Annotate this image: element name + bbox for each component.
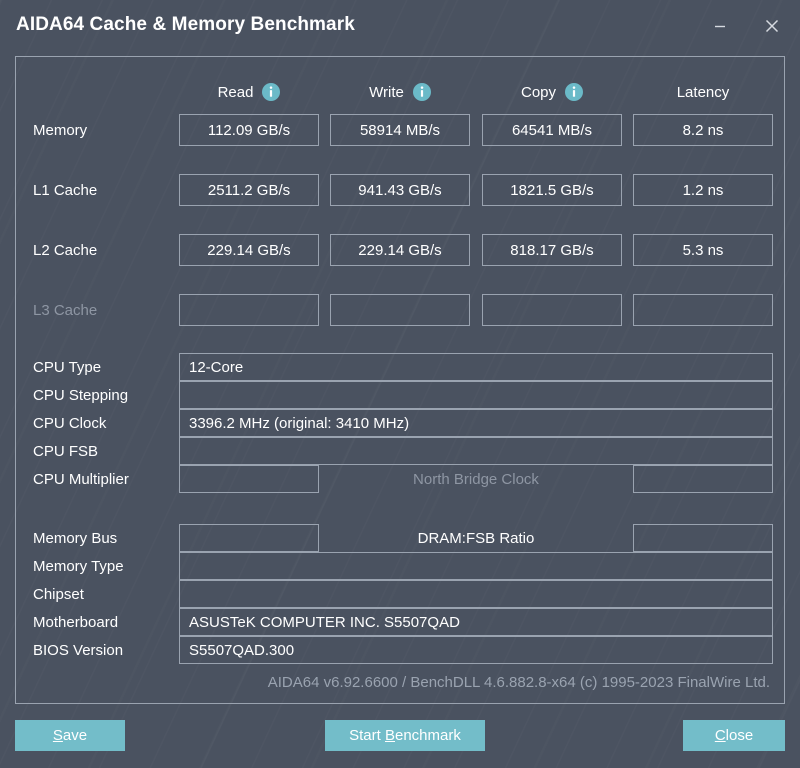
save-button-label: Save <box>53 727 87 744</box>
title-bar: AIDA64 Cache & Memory Benchmark <box>0 0 800 56</box>
field-l1-read[interactable]: 2511.2 GB/s <box>179 174 319 206</box>
field-l2-latency[interactable]: 5.3 ns <box>633 234 773 266</box>
label-bios-version: BIOS Version <box>33 636 123 664</box>
close-button[interactable]: Close <box>683 720 785 751</box>
info-icon-read[interactable] <box>262 83 280 101</box>
field-bios-version[interactable]: S5507QAD.300 <box>179 636 773 664</box>
label-memory-bus: Memory Bus <box>33 524 117 552</box>
label-cpu-type: CPU Type <box>33 353 101 381</box>
column-header-copy: Copy <box>482 79 622 105</box>
table-row-l3-cache: L3 Cache <box>16 294 784 326</box>
row-motherboard: Motherboard ASUSTeK COMPUTER INC. S5507Q… <box>16 608 784 636</box>
field-l2-copy[interactable]: 818.17 GB/s <box>482 234 622 266</box>
row-label-l2-cache: L2 Cache <box>33 234 97 266</box>
field-memory-copy[interactable]: 64541 MB/s <box>482 114 622 146</box>
copyright-text: AIDA64 v6.92.6600 / BenchDLL 4.6.882.8-x… <box>179 668 773 696</box>
field-l1-write[interactable]: 941.43 GB/s <box>330 174 470 206</box>
column-header-write-label: Write <box>369 84 404 101</box>
table-row-l1-cache: L1 Cache 2511.2 GB/s 941.43 GB/s 1821.5 … <box>16 174 784 206</box>
field-dram-fsb-ratio[interactable] <box>633 524 773 552</box>
label-chipset: Chipset <box>33 580 84 608</box>
column-header-read: Read <box>179 79 319 105</box>
label-motherboard: Motherboard <box>33 608 118 636</box>
row-cpu-clock: CPU Clock 3396.2 MHz (original: 3410 MHz… <box>16 409 784 437</box>
field-l3-latency[interactable] <box>633 294 773 326</box>
content-panel: Read Write Copy <box>15 56 785 704</box>
field-l2-write[interactable]: 229.14 GB/s <box>330 234 470 266</box>
row-label-l1-cache: L1 Cache <box>33 174 97 206</box>
row-cpu-stepping: CPU Stepping <box>16 381 784 409</box>
field-cpu-multiplier[interactable] <box>179 465 319 493</box>
field-memory-latency[interactable]: 8.2 ns <box>633 114 773 146</box>
label-cpu-fsb: CPU FSB <box>33 437 98 465</box>
field-memory-read[interactable]: 112.09 GB/s <box>179 114 319 146</box>
field-memory-type[interactable] <box>179 552 773 580</box>
benchmark-column-headers: Read Write Copy <box>16 79 784 105</box>
label-memory-type: Memory Type <box>33 552 124 580</box>
field-l3-read[interactable] <box>179 294 319 326</box>
label-cpu-stepping: CPU Stepping <box>33 381 128 409</box>
field-cpu-clock[interactable]: 3396.2 MHz (original: 3410 MHz) <box>179 409 773 437</box>
info-icon-copy[interactable] <box>565 83 583 101</box>
aida64-benchmark-window: AIDA64 Cache & Memory Benchmark Read <box>0 0 800 768</box>
minimize-icon <box>712 18 728 34</box>
label-north-bridge-clock: North Bridge Clock <box>319 465 633 493</box>
row-memory-type: Memory Type <box>16 552 784 580</box>
field-cpu-type[interactable]: 12-Core <box>179 353 773 381</box>
column-header-copy-label: Copy <box>521 84 556 101</box>
row-cpu-type: CPU Type 12-Core <box>16 353 784 381</box>
close-icon <box>762 16 782 36</box>
table-row-memory: Memory 112.09 GB/s 58914 MB/s 64541 MB/s… <box>16 114 784 146</box>
row-chipset: Chipset <box>16 580 784 608</box>
field-cpu-stepping[interactable] <box>179 381 773 409</box>
table-row-l2-cache: L2 Cache 229.14 GB/s 229.14 GB/s 818.17 … <box>16 234 784 266</box>
field-north-bridge-clock[interactable] <box>633 465 773 493</box>
row-cpu-fsb: CPU FSB <box>16 437 784 465</box>
start-benchmark-button[interactable]: Start Benchmark <box>325 720 485 751</box>
close-button-label: Close <box>715 727 753 744</box>
field-l3-write[interactable] <box>330 294 470 326</box>
field-l1-latency[interactable]: 1.2 ns <box>633 174 773 206</box>
field-l3-copy[interactable] <box>482 294 622 326</box>
field-cpu-fsb[interactable] <box>179 437 773 465</box>
column-header-latency: Latency <box>633 79 773 105</box>
field-memory-write[interactable]: 58914 MB/s <box>330 114 470 146</box>
row-cpu-multiplier: CPU Multiplier North Bridge Clock <box>16 465 784 493</box>
column-header-latency-label: Latency <box>677 84 730 101</box>
label-dram-fsb-ratio: DRAM:FSB Ratio <box>319 524 633 552</box>
info-icon-write[interactable] <box>413 83 431 101</box>
label-cpu-clock: CPU Clock <box>33 409 106 437</box>
start-benchmark-button-label: Start Benchmark <box>349 727 461 744</box>
field-chipset[interactable] <box>179 580 773 608</box>
row-label-memory: Memory <box>33 114 87 146</box>
save-button[interactable]: Save <box>15 720 125 751</box>
column-header-read-label: Read <box>218 84 254 101</box>
label-cpu-multiplier: CPU Multiplier <box>33 465 129 493</box>
column-header-write: Write <box>330 79 470 105</box>
minimize-button[interactable] <box>697 6 743 46</box>
window-title: AIDA64 Cache & Memory Benchmark <box>16 14 355 36</box>
field-memory-bus[interactable] <box>179 524 319 552</box>
field-l2-read[interactable]: 229.14 GB/s <box>179 234 319 266</box>
field-motherboard[interactable]: ASUSTeK COMPUTER INC. S5507QAD <box>179 608 773 636</box>
row-label-l3-cache: L3 Cache <box>33 294 97 326</box>
row-bios-version: BIOS Version S5507QAD.300 <box>16 636 784 664</box>
field-l1-copy[interactable]: 1821.5 GB/s <box>482 174 622 206</box>
close-window-button[interactable] <box>749 6 795 46</box>
row-memory-bus: Memory Bus DRAM:FSB Ratio <box>16 524 784 552</box>
